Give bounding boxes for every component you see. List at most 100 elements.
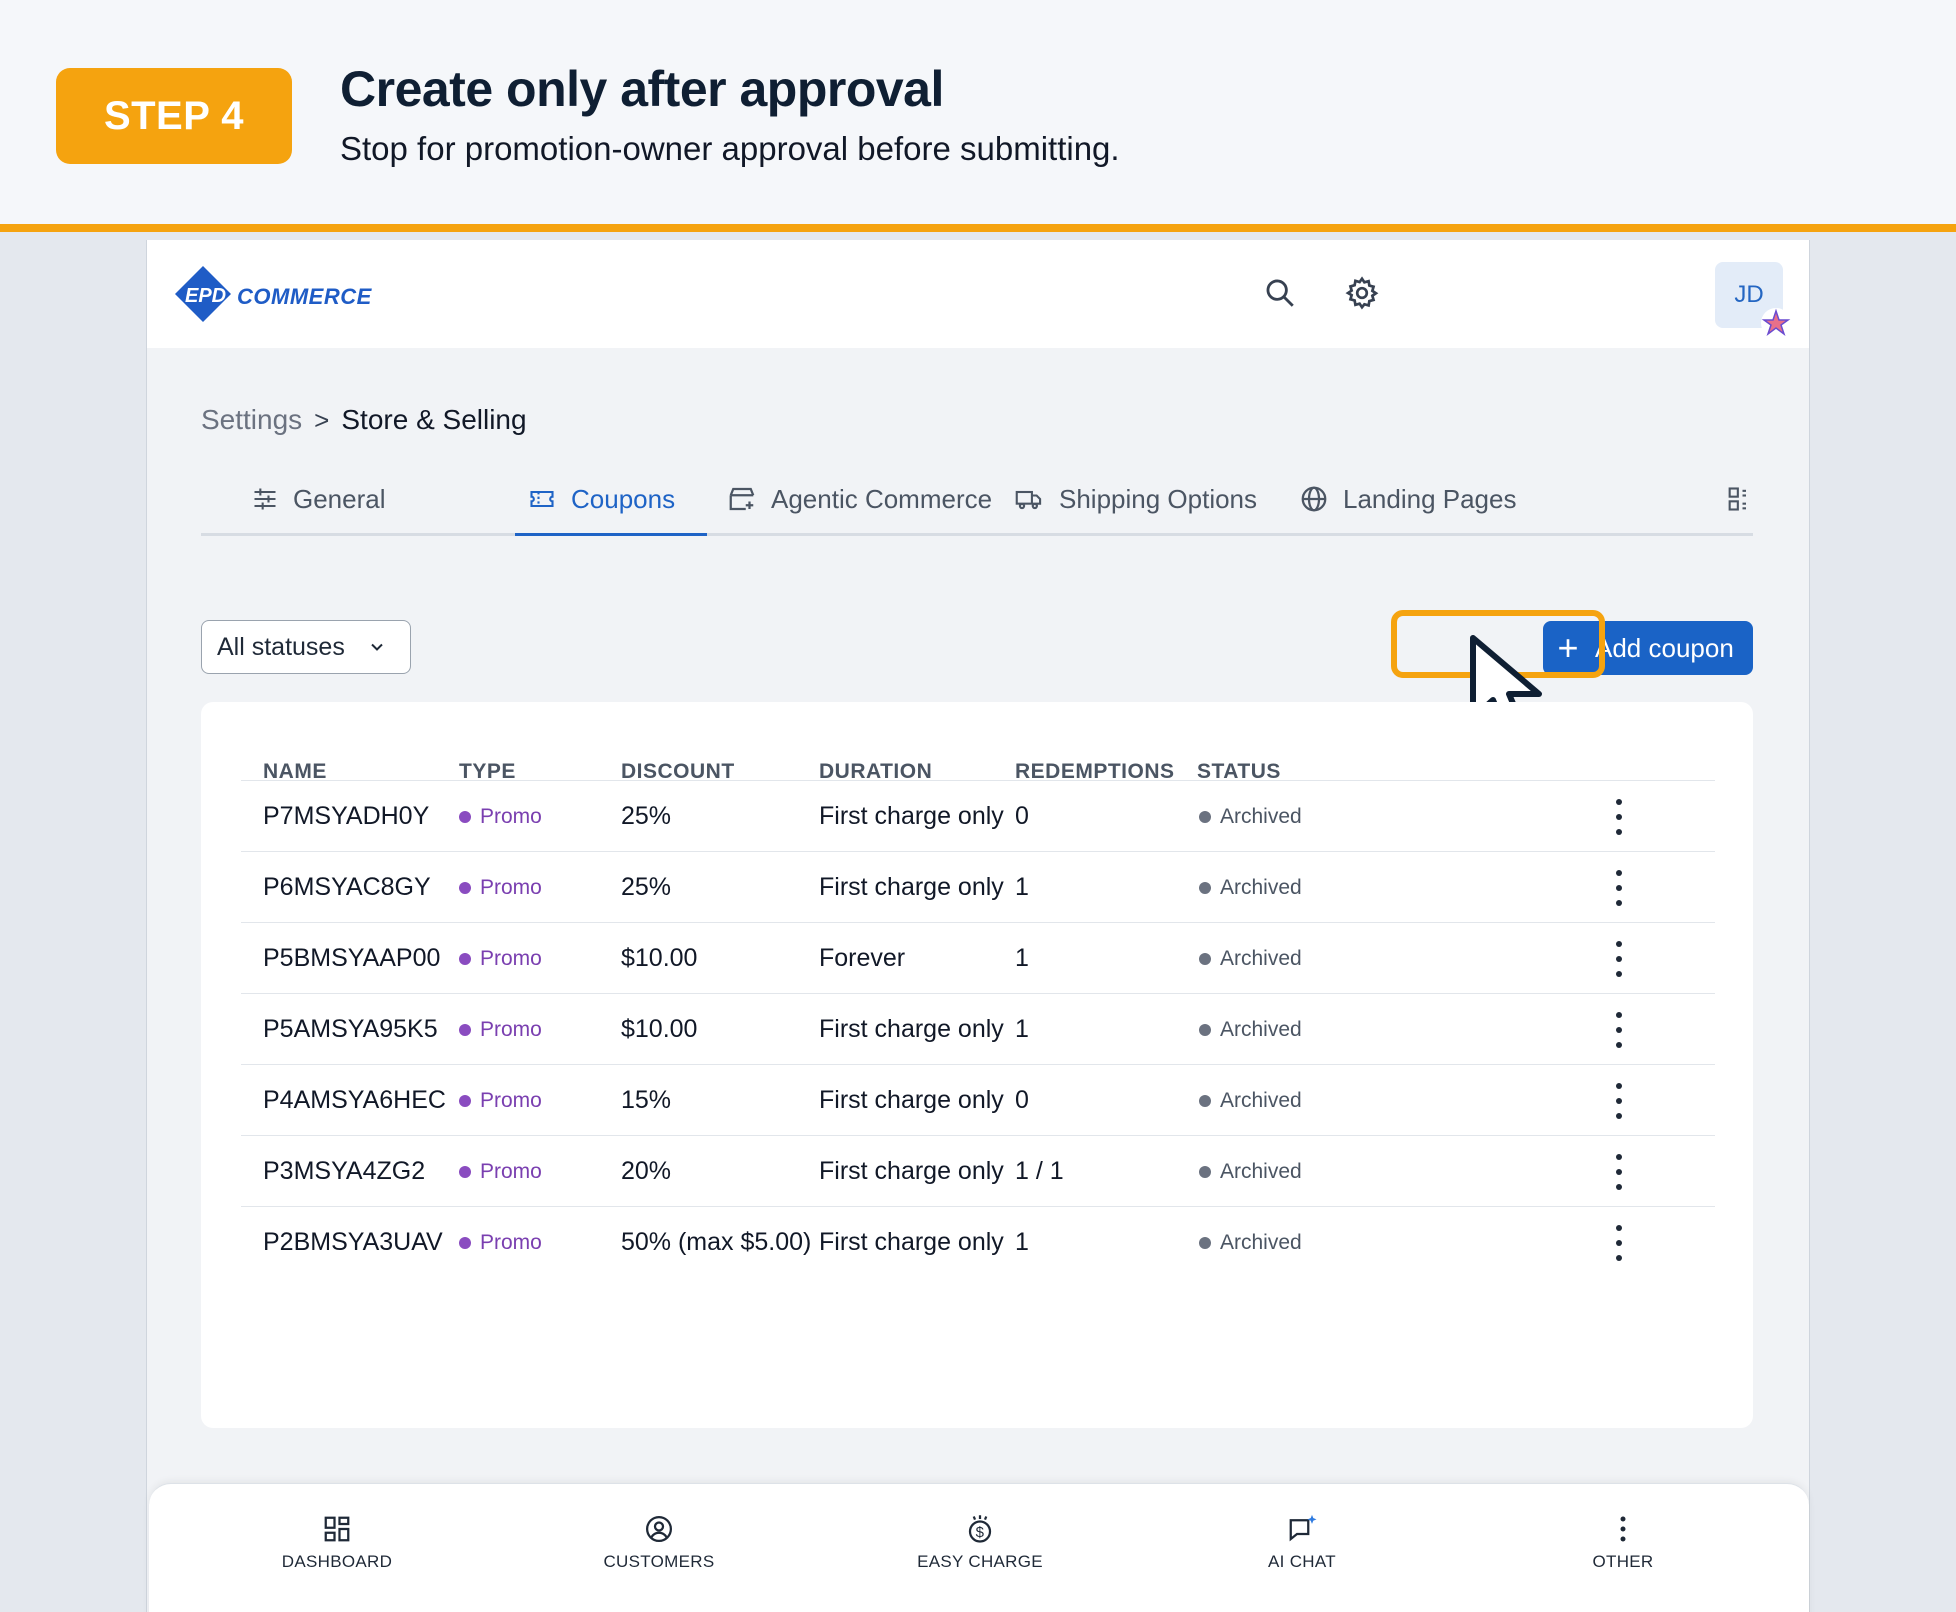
discount-value: 50% (max $5.00) xyxy=(621,1228,812,1256)
tab-more[interactable] xyxy=(1727,462,1751,536)
table-row[interactable]: P3MSYA4ZG2 Promo 20% First charge only 1 / 1… xyxy=(241,1135,1715,1206)
cell-type: Promo xyxy=(459,781,542,852)
discount-value: $10.00 xyxy=(621,944,698,972)
type-dot-icon xyxy=(459,1023,471,1036)
status-dot-icon xyxy=(1199,810,1211,823)
cell-type: Promo xyxy=(459,994,542,1065)
cell-type: Promo xyxy=(459,1207,542,1278)
table-row[interactable]: P2BMSYA3UAV Promo 50% (max $5.00) First cha… xyxy=(241,1206,1715,1277)
type-dot-icon xyxy=(459,1094,471,1107)
table-row[interactable]: P5AMSYA95K5 Promo $10.00 First charge only 1… xyxy=(241,993,1715,1064)
tab-coupons[interactable]: Coupons xyxy=(527,462,675,536)
name-value: P5BMSYAAP00 xyxy=(263,944,441,972)
cell-duration: First charge only xyxy=(819,1065,1004,1136)
brand-mark: EPD xyxy=(185,285,226,307)
more-tabs-icon xyxy=(1728,487,1746,511)
table-row[interactable]: P7MSYADH0Y Promo 25% First charge only 0 Arch… xyxy=(241,780,1715,851)
cell-redemptions: 1 xyxy=(1015,994,1029,1065)
type-dot-icon xyxy=(459,881,471,894)
duration-value: First charge only xyxy=(819,1228,1004,1256)
cell-redemptions: 1 xyxy=(1015,923,1029,994)
nav-easy-charge[interactable]: $ EASY CHARGE xyxy=(880,1514,1080,1572)
table-row[interactable]: P4AMSYA6HEC Promo 15% First charge only 0 Arc… xyxy=(241,1064,1715,1135)
cell-name: P3MSYA4ZG2 xyxy=(263,1136,425,1207)
breadcrumb-separator: > xyxy=(314,404,330,435)
cell-type: Promo xyxy=(459,1136,542,1207)
redemptions-value: 1 xyxy=(1015,873,1029,901)
cell-name: P5AMSYA95K5 xyxy=(263,994,438,1065)
svg-text:$: $ xyxy=(976,1524,985,1541)
gear-icon[interactable] xyxy=(1339,270,1385,316)
cell-redemptions: 0 xyxy=(1015,781,1029,852)
name-value: P6MSYAC8GY xyxy=(263,873,431,901)
truck-icon xyxy=(1015,490,1042,510)
status-value: Archived xyxy=(1220,1159,1302,1183)
cell-discount: 20% xyxy=(621,1136,671,1207)
nav-label: OTHER xyxy=(1592,1552,1654,1571)
type-dot-icon xyxy=(459,1165,471,1178)
type-dot-icon xyxy=(459,952,471,965)
breadcrumb-settings[interactable]: Settings xyxy=(201,404,302,436)
nav-customers[interactable]: CUSTOMERS xyxy=(559,1514,759,1572)
duration-value: First charge only xyxy=(819,1086,1004,1114)
status-value: Archived xyxy=(1220,946,1302,970)
bottom-navigation: DASHBOARD CUSTOMERS $ EASY CHARGE AI CHA… xyxy=(149,1483,1809,1612)
type-value: Promo xyxy=(480,1088,542,1112)
nav-label: AI CHAT xyxy=(1268,1552,1336,1571)
cell-redemptions: 1 / 1 xyxy=(1015,1136,1064,1207)
row-actions-kebab-icon[interactable] xyxy=(1609,1012,1629,1048)
tab-label: Coupons xyxy=(571,483,676,514)
row-actions-kebab-icon[interactable] xyxy=(1609,1083,1629,1119)
type-value: Promo xyxy=(480,1159,542,1183)
tab-landing-pages[interactable]: Landing Pages xyxy=(1299,462,1516,536)
table-row[interactable]: P5BMSYAAP00 Promo $10.00 Forever 1 Archived xyxy=(241,922,1715,993)
row-actions-kebab-icon[interactable] xyxy=(1609,941,1629,977)
chat-icon xyxy=(1289,1514,1317,1542)
cell-name: P4AMSYA6HEC xyxy=(263,1065,446,1136)
status-filter-select[interactable]: All statuses xyxy=(201,620,411,674)
tab-agentic-commerce[interactable]: Agentic Commerce xyxy=(727,462,992,536)
redemptions-value: 1 xyxy=(1015,1228,1029,1256)
nav-label: CUSTOMERS xyxy=(603,1552,715,1571)
cell-duration: First charge only xyxy=(819,1136,1004,1207)
type-dot-icon xyxy=(459,1236,471,1249)
discount-value: 15% xyxy=(621,1086,672,1114)
breadcrumb: Settings > Store & Selling xyxy=(201,404,527,436)
cell-duration: Forever xyxy=(819,923,905,994)
name-value: P2BMSYA3UAV xyxy=(263,1228,443,1256)
nav-other[interactable]: OTHER xyxy=(1523,1514,1723,1572)
cell-discount: $10.00 xyxy=(621,923,697,994)
dollar-icon: $ xyxy=(968,1515,992,1543)
banner-title: Create only after approval xyxy=(340,61,944,117)
duration-value: First charge only xyxy=(819,802,1004,830)
nav-ai-chat[interactable]: AI CHAT xyxy=(1202,1514,1402,1572)
cell-type: Promo xyxy=(459,923,542,994)
discount-value: 20% xyxy=(621,1157,672,1185)
active-tab-indicator xyxy=(515,533,707,536)
banner-subtitle: Stop for promotion-owner approval before… xyxy=(340,130,1120,167)
name-value: P3MSYA4ZG2 xyxy=(263,1157,426,1185)
cell-name: P6MSYAC8GY xyxy=(263,852,431,923)
tab-label: General xyxy=(293,483,386,514)
coupons-table: NAME TYPE DISCOUNT DURATION REDEMPTIONS … xyxy=(201,702,1753,1428)
cell-duration: First charge only xyxy=(819,994,1004,1065)
ticket-icon xyxy=(530,490,554,508)
duration-value: First charge only xyxy=(819,1157,1004,1185)
type-dot-icon xyxy=(459,810,471,823)
status-value: Archived xyxy=(1220,804,1302,828)
nav-label: EASY CHARGE xyxy=(917,1552,1043,1571)
row-actions-kebab-icon[interactable] xyxy=(1609,799,1629,835)
table-row[interactable]: P6MSYAC8GY Promo 25% First charge only 1 Arch… xyxy=(241,851,1715,922)
cell-discount: 15% xyxy=(621,1065,671,1136)
top-bar: EPD COMMERCE JD xyxy=(147,240,1809,348)
cell-redemptions: 1 xyxy=(1015,852,1029,923)
row-actions-kebab-icon[interactable] xyxy=(1609,870,1629,906)
nav-dashboard[interactable]: DASHBOARD xyxy=(237,1514,437,1572)
row-actions-kebab-icon[interactable] xyxy=(1609,1154,1629,1190)
tab-shipping-options[interactable]: Shipping Options xyxy=(1013,462,1257,536)
status-dot-icon xyxy=(1199,1165,1211,1178)
row-actions-kebab-icon[interactable] xyxy=(1609,1225,1629,1261)
search-icon[interactable] xyxy=(1257,270,1303,316)
cell-name: P7MSYADH0Y xyxy=(263,781,429,852)
tab-general[interactable]: General xyxy=(251,462,386,536)
